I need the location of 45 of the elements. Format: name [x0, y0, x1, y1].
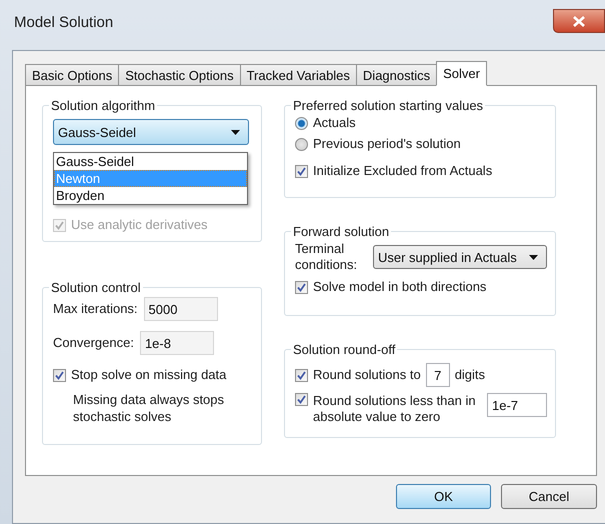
input-field[interactable]: 1e-8 — [140, 331, 214, 355]
checkbox-label: Solve model in both directions — [313, 279, 486, 295]
close-icon — [573, 16, 585, 26]
checkbox-label: Stop solve on missing data — [71, 367, 226, 383]
radio-label: Previous period's solution — [313, 136, 461, 152]
close-button[interactable] — [553, 9, 605, 33]
radio-label: Actuals — [313, 115, 356, 131]
group-title: Solution control — [50, 280, 142, 295]
field-suffix: digits — [454, 367, 486, 383]
radio-button[interactable] — [295, 116, 308, 130]
dropdown-option[interactable]: Broyden — [54, 187, 247, 204]
tab[interactable]: Diagnostics — [356, 64, 438, 86]
input-field[interactable]: 1e-7 — [487, 393, 547, 417]
checkbox[interactable] — [53, 368, 66, 382]
tab[interactable]: Stochastic Options — [118, 64, 241, 86]
dialog-button[interactable]: Cancel — [501, 484, 597, 509]
group-title: Solution round-off — [292, 342, 396, 357]
checkbox[interactable] — [295, 368, 308, 382]
dropdown-option[interactable]: Gauss-Seidel — [54, 153, 247, 170]
caret-icon — [231, 130, 240, 134]
dialog-button[interactable]: OK — [396, 484, 491, 509]
checkbox[interactable] — [295, 393, 308, 406]
tab[interactable]: Solver — [436, 61, 487, 86]
group-title: Solution algorithm — [50, 98, 156, 113]
tab[interactable]: Tracked Variables — [240, 64, 357, 86]
checkbox-label: Round solutions to — [313, 367, 421, 383]
input-field[interactable]: 7 — [426, 363, 450, 387]
field-label: Max iterations: — [53, 301, 138, 317]
input-field[interactable]: 5000 — [144, 297, 218, 321]
algorithm-dropdown[interactable]: Gauss-Seidel — [53, 119, 249, 145]
checkbox[interactable] — [295, 280, 308, 294]
checkbox-label: Initialize Excluded from Actuals — [313, 163, 492, 179]
tab[interactable]: Basic Options — [25, 64, 120, 86]
caret-icon — [529, 254, 538, 260]
group-title: Preferred solution starting values — [292, 98, 484, 113]
checkbox-label: Round solutions less than in absolute value to zero — [313, 393, 477, 425]
note-text: Missing data always stops stochastic solves — [72, 391, 226, 425]
field-label: Convergence: — [53, 335, 134, 351]
radio-button[interactable] — [295, 138, 308, 150]
field-label: Terminal conditions: — [295, 241, 358, 273]
terminal-dropdown[interactable]: User supplied in Actuals — [373, 245, 547, 269]
checkbox[interactable] — [295, 164, 308, 178]
group-title: Forward solution — [292, 224, 390, 239]
window-title: Model Solution — [14, 14, 114, 31]
checkbox-label: Use analytic derivatives — [71, 217, 208, 233]
